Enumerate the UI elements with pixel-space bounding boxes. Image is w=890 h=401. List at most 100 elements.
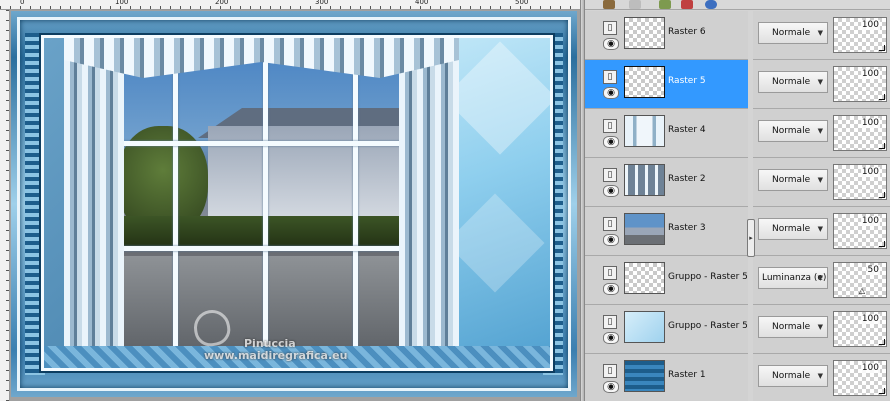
delete-layer-icon[interactable] [681, 0, 693, 9]
slider-corner-icon [879, 388, 885, 394]
psp-workspace: 0 100 200 300 400 500 Pinuccia www.maidi… [0, 0, 890, 401]
slider-corner-icon [879, 143, 885, 149]
opacity-slider[interactable]: 100 [833, 66, 887, 102]
blend-mode-label: Normale [772, 28, 811, 38]
opacity-marker-icon[interactable]: △ [858, 287, 866, 295]
blend-mode-select[interactable]: Normale ▼ [758, 22, 828, 44]
layer-row[interactable]: ▯ ◉ Gruppo - Raster 5 [585, 305, 748, 354]
layer-lock-icon[interactable]: ▯ [603, 119, 617, 133]
layer-properties-row: Normale ▼ 100 [753, 207, 890, 256]
eye-icon[interactable]: ◉ [603, 283, 619, 295]
slider-corner-icon [879, 192, 885, 198]
document-canvas[interactable]: Pinuccia www.maidiregrafica.eu [11, 11, 577, 397]
blend-mode-label: Normale [772, 175, 811, 185]
layer-thumbnail [624, 115, 665, 147]
layer-name: Raster 1 [668, 370, 706, 380]
opacity-slider[interactable]: 50 △ [833, 262, 887, 298]
chevron-down-icon[interactable]: ▼ [818, 121, 823, 141]
layer-thumbnail [624, 66, 665, 98]
chevron-down-icon[interactable]: ▼ [818, 170, 823, 190]
layer-properties-row: Normale ▼ 100 [753, 354, 890, 401]
opacity-slider[interactable]: 100 [833, 115, 887, 151]
chevron-down-icon[interactable]: ▼ [818, 268, 823, 288]
layer-name: Raster 5 [668, 76, 706, 86]
slider-corner-icon [879, 94, 885, 100]
layer-lock-icon[interactable]: ▯ [603, 168, 617, 182]
opacity-value: 100 [860, 167, 880, 177]
blend-mode-select[interactable]: Normale ▼ [758, 120, 828, 142]
blend-mode-label: Normale [772, 224, 811, 234]
opacity-slider[interactable]: 100 [833, 213, 887, 249]
layer-lock-icon[interactable]: ▯ [603, 217, 617, 231]
eye-icon[interactable]: ◉ [603, 381, 619, 393]
layer-thumbnail [624, 311, 665, 343]
ruler-label: 500 [515, 0, 529, 6]
layer-row[interactable]: ▯ ◉ Raster 2 [585, 158, 748, 207]
layer-row[interactable]: ▯ ◉ Gruppo - Raster 5 [585, 256, 748, 305]
opacity-value: 100 [860, 69, 880, 79]
layer-properties-row: Normale ▼ 100 [753, 11, 890, 60]
layer-row[interactable]: ▯ ◉ Raster 6 [585, 11, 748, 60]
eye-icon[interactable]: ◉ [603, 332, 619, 344]
layer-lock-icon[interactable]: ▯ [603, 266, 617, 280]
chevron-down-icon[interactable]: ▼ [818, 366, 823, 386]
blend-mode-select[interactable]: Normale ▼ [758, 365, 828, 387]
right-curtain [399, 38, 459, 368]
eye-icon[interactable]: ◉ [603, 234, 619, 246]
chevron-down-icon[interactable]: ▼ [818, 72, 823, 92]
new-vector-layer-icon[interactable] [629, 0, 641, 9]
new-raster-layer-icon[interactable] [603, 0, 615, 9]
layer-row[interactable]: ▯ ◉ Raster 4 [585, 109, 748, 158]
watermark-url: www.maidiregrafica.eu [204, 349, 348, 362]
chevron-down-icon[interactable]: ▼ [818, 219, 823, 239]
horizontal-ruler[interactable]: 0 100 200 300 400 500 [0, 0, 580, 10]
layer-properties-row: Luminanza (e) ▼ 50 △ [753, 256, 890, 305]
window-mullion [263, 56, 268, 348]
opacity-slider[interactable]: 100 [833, 311, 887, 347]
ruler-label: 0 [20, 0, 25, 6]
chevron-down-icon[interactable]: ▼ [818, 23, 823, 43]
layer-properties-row: Normale ▼ 100 [753, 60, 890, 109]
blend-mode-label: Normale [772, 126, 811, 136]
layer-thumbnail [624, 164, 665, 196]
layer-properties-row: Normale ▼ 100 [753, 158, 890, 207]
eye-icon[interactable]: ◉ [603, 136, 619, 148]
layer-lock-icon[interactable]: ▯ [603, 70, 617, 84]
opacity-slider[interactable]: 100 [833, 17, 887, 53]
opacity-value: 100 [860, 20, 880, 30]
layer-name: Gruppo - Raster 5 [668, 272, 748, 282]
ruler-label: 400 [415, 0, 429, 6]
eye-icon[interactable]: ◉ [603, 185, 619, 197]
layer-thumbnail [624, 360, 665, 392]
opacity-value: 100 [860, 118, 880, 128]
blend-mode-select[interactable]: Normale ▼ [758, 316, 828, 338]
layer-name: Raster 3 [668, 223, 706, 233]
opacity-slider[interactable]: 100 [833, 164, 887, 200]
blend-mode-select[interactable]: Normale ▼ [758, 169, 828, 191]
layer-lock-icon[interactable]: ▯ [603, 364, 617, 378]
opacity-slider[interactable]: 100 [833, 360, 887, 396]
window-transom [88, 141, 450, 146]
layer-name: Raster 2 [668, 174, 706, 184]
slider-corner-icon [879, 241, 885, 247]
layer-properties-icon[interactable] [705, 0, 717, 9]
layer-row[interactable]: ▯ ◉ Raster 3 [585, 207, 748, 256]
ruler-label: 300 [315, 0, 329, 6]
opacity-value: 100 [860, 314, 880, 324]
layer-row[interactable]: ▯ ◉ Raster 1 [585, 354, 748, 401]
chevron-down-icon[interactable]: ▼ [818, 317, 823, 337]
hedge-shape [88, 216, 450, 246]
layer-lock-icon[interactable]: ▯ [603, 21, 617, 35]
layer-name: Raster 4 [668, 125, 706, 135]
blend-mode-select[interactable]: Normale ▼ [758, 218, 828, 240]
layer-row[interactable]: ▯ ◉ Raster 5 [585, 60, 748, 109]
new-adjustment-layer-icon[interactable] [659, 0, 671, 9]
vertical-ruler[interactable] [0, 10, 10, 401]
collapse-arrow-icon[interactable]: ▸ [747, 219, 755, 257]
layer-lock-icon[interactable]: ▯ [603, 315, 617, 329]
eye-icon[interactable]: ◉ [603, 38, 619, 50]
eye-icon[interactable]: ◉ [603, 87, 619, 99]
window-mullion [353, 56, 358, 348]
blend-mode-select[interactable]: Normale ▼ [758, 71, 828, 93]
blend-mode-select[interactable]: Luminanza (e) ▼ [758, 267, 828, 289]
